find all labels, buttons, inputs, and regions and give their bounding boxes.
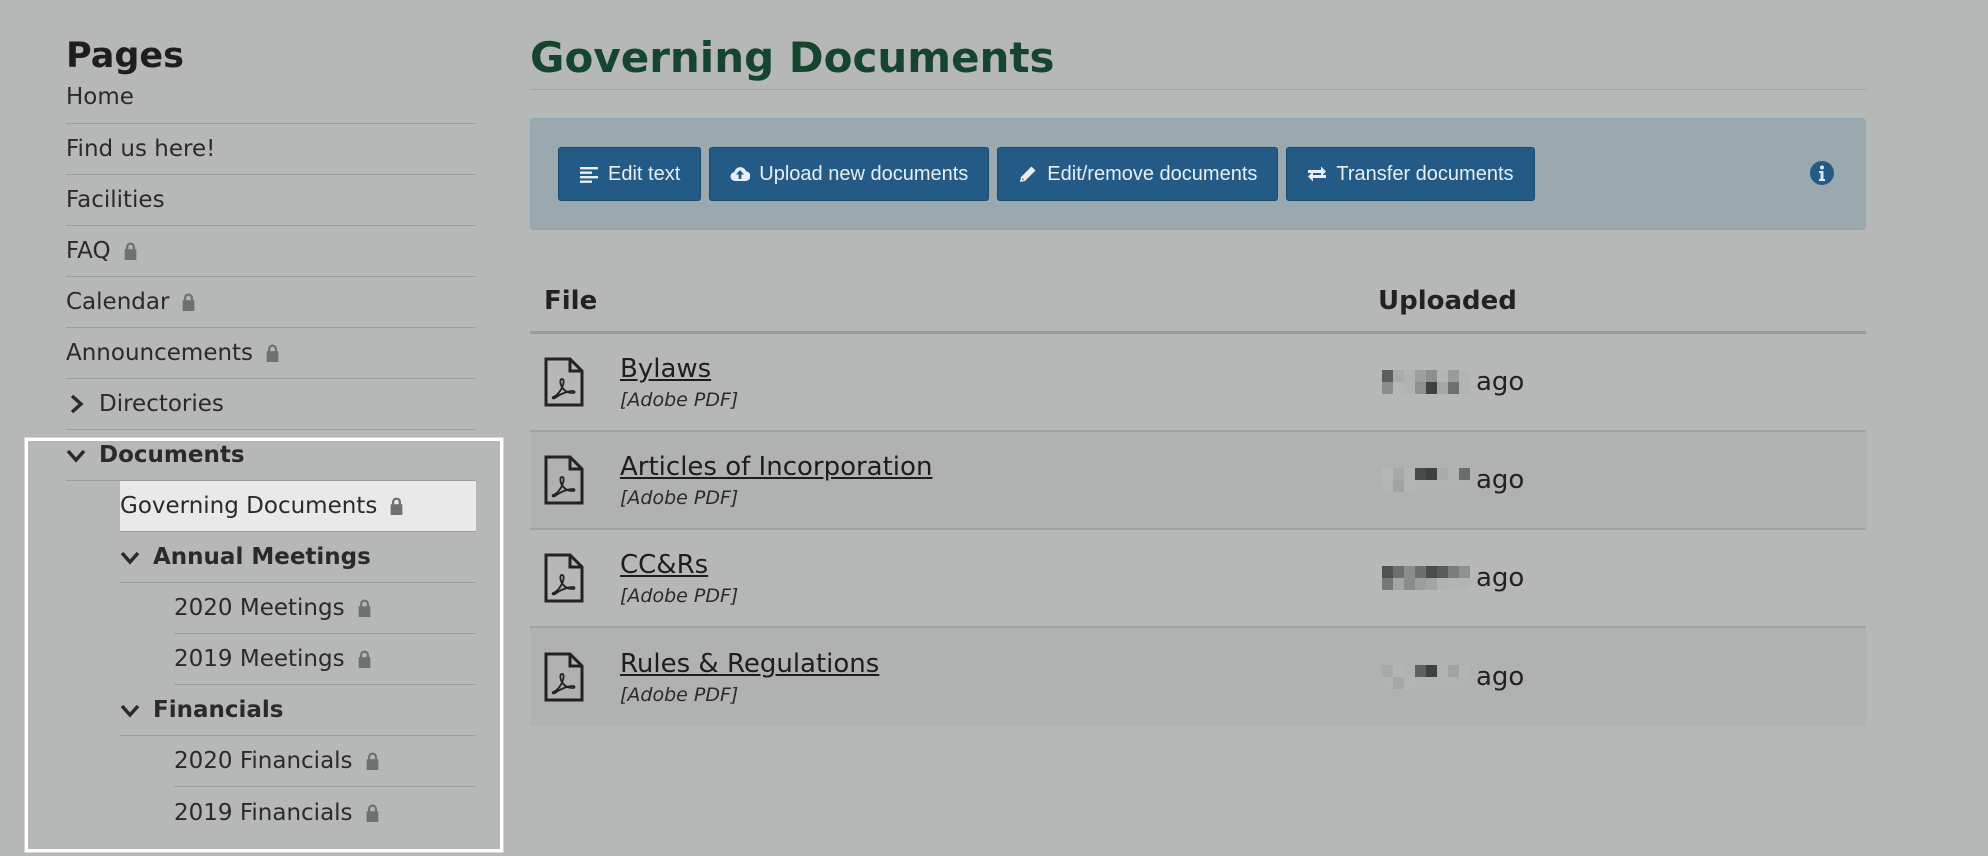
sidebar-item-2020-meetings[interactable]: 2020 Meetings — [174, 583, 476, 634]
sidebar-item-governing-documents[interactable]: Governing Documents — [120, 481, 476, 532]
lock-icon — [181, 293, 196, 311]
pdf-file-icon — [530, 357, 620, 407]
sidebar-item-documents[interactable]: Documents — [66, 430, 476, 481]
redacted-text — [1382, 468, 1470, 492]
redacted-text — [1382, 665, 1470, 689]
uploaded-time: ago — [1378, 662, 1866, 692]
redacted-text — [1382, 370, 1470, 394]
uploaded-suffix: ago — [1476, 367, 1525, 397]
transfer-documents-label: Transfer documents — [1336, 162, 1514, 185]
lock-icon — [365, 803, 380, 822]
sidebar-item-label: Home — [66, 84, 134, 110]
document-link[interactable]: Articles of Incorporation — [620, 451, 1378, 483]
chevron-down-icon[interactable] — [66, 445, 99, 465]
upload-documents-label: Upload new documents — [759, 162, 969, 185]
table-row: CC&Rs [Adobe PDF] ago — [530, 530, 1866, 628]
sidebar-item-home[interactable]: Home — [66, 84, 476, 124]
edit-text-button[interactable]: Edit text — [558, 147, 702, 201]
edit-remove-documents-label: Edit/remove documents — [1047, 162, 1258, 185]
edit-remove-documents-button[interactable]: Edit/remove documents — [997, 147, 1279, 201]
sidebar-item-label: Facilities — [66, 187, 165, 213]
sidebar-item-financials[interactable]: Financials — [120, 685, 476, 736]
lock-icon — [123, 242, 138, 260]
exchange-icon — [1308, 166, 1327, 182]
sidebar-item-facilities[interactable]: Facilities — [66, 175, 476, 226]
sidebar-item-label: 2020 Meetings — [174, 595, 345, 621]
table-row: Bylaws [Adobe PDF] ago — [530, 334, 1866, 432]
document-info: Rules & Regulations [Adobe PDF] — [620, 648, 1378, 706]
document-type: [Adobe PDF] — [620, 585, 739, 607]
uploaded-suffix: ago — [1476, 563, 1525, 593]
sidebar-item-find-us[interactable]: Find us here! — [66, 124, 476, 175]
document-type: [Adobe PDF] — [620, 487, 739, 509]
sidebar-item-label: 2020 Financials — [174, 748, 353, 774]
upload-documents-button[interactable]: Upload new documents — [709, 147, 990, 201]
sidebar-item-annual-meetings[interactable]: Annual Meetings — [120, 532, 476, 583]
pdf-file-icon — [530, 652, 620, 702]
info-icon[interactable] — [1809, 160, 1835, 190]
sidebar-item-directories[interactable]: Directories — [66, 379, 476, 430]
sidebar-item-calendar[interactable]: Calendar — [66, 277, 476, 328]
page-title: Governing Documents — [530, 30, 1866, 90]
pencil-icon — [1020, 166, 1036, 182]
main-content: Governing Documents Edit text Upload new… — [530, 30, 1866, 726]
table-header: File Uploaded — [530, 270, 1866, 334]
document-info: Articles of Incorporation [Adobe PDF] — [620, 451, 1378, 509]
sidebar-item-label: 2019 Financials — [174, 799, 353, 826]
pdf-file-icon — [530, 455, 620, 505]
column-header-uploaded: Uploaded — [1378, 285, 1517, 316]
lock-icon — [265, 344, 280, 362]
sidebar-item-announcements[interactable]: Announcements — [66, 328, 476, 379]
uploaded-suffix: ago — [1476, 662, 1525, 692]
pdf-file-icon — [530, 553, 620, 603]
sidebar-item-2020-financials[interactable]: 2020 Financials — [174, 736, 476, 787]
uploaded-time: ago — [1378, 563, 1866, 593]
sidebar-item-2019-meetings[interactable]: 2019 Meetings — [174, 634, 476, 685]
sidebar-title: Pages — [66, 36, 184, 76]
sidebar-item-label: Documents — [99, 442, 245, 468]
transfer-documents-button[interactable]: Transfer documents — [1286, 147, 1535, 201]
sidebar-item-label: Financials — [153, 697, 284, 723]
sidebar-item-2019-financials[interactable]: 2019 Financials — [174, 787, 476, 838]
table-row: Rules & Regulations [Adobe PDF] ago — [530, 628, 1866, 726]
sidebar-item-label: 2019 Meetings — [174, 646, 345, 672]
document-type: [Adobe PDF] — [620, 389, 739, 411]
document-info: Bylaws [Adobe PDF] — [620, 353, 1378, 411]
document-info: CC&Rs [Adobe PDF] — [620, 549, 1378, 607]
sidebar: Pages Home Find us here! Facilities FAQ … — [66, 30, 476, 838]
redacted-text — [1382, 566, 1470, 590]
sidebar-item-label: Annual Meetings — [153, 544, 371, 570]
cloud-upload-icon — [730, 167, 751, 182]
chevron-down-icon[interactable] — [120, 700, 153, 720]
sidebar-item-faq[interactable]: FAQ — [66, 226, 476, 277]
sidebar-item-label: Calendar — [66, 289, 170, 315]
edit-text-label: Edit text — [608, 162, 681, 185]
chevron-right-icon[interactable] — [66, 394, 99, 414]
document-link[interactable]: CC&Rs — [620, 549, 1378, 581]
sidebar-item-label: Directories — [99, 391, 224, 417]
document-type: [Adobe PDF] — [620, 684, 739, 706]
column-header-file: File — [544, 285, 598, 316]
document-link[interactable]: Bylaws — [620, 353, 1378, 385]
documents-table: File Uploaded Bylaws [Adobe PDF] ago Art… — [530, 270, 1866, 726]
uploaded-time: ago — [1378, 465, 1866, 495]
sidebar-item-label: Announcements — [66, 340, 254, 366]
sidebar-item-label: Find us here! — [66, 136, 216, 162]
align-left-icon — [580, 167, 598, 183]
sidebar-item-label: FAQ — [66, 238, 111, 264]
sidebar-item-label: Governing Documents — [120, 493, 378, 519]
lock-icon — [357, 599, 372, 617]
lock-icon — [357, 650, 372, 668]
lock-icon — [365, 752, 380, 770]
admin-toolbar: Edit text Upload new documents Edit/remo… — [530, 118, 1866, 230]
chevron-down-icon[interactable] — [120, 547, 153, 567]
document-link[interactable]: Rules & Regulations — [620, 648, 1378, 680]
uploaded-time: ago — [1378, 367, 1866, 397]
lock-icon — [389, 497, 404, 515]
uploaded-suffix: ago — [1476, 465, 1525, 495]
table-row: Articles of Incorporation [Adobe PDF] ag… — [530, 432, 1866, 530]
